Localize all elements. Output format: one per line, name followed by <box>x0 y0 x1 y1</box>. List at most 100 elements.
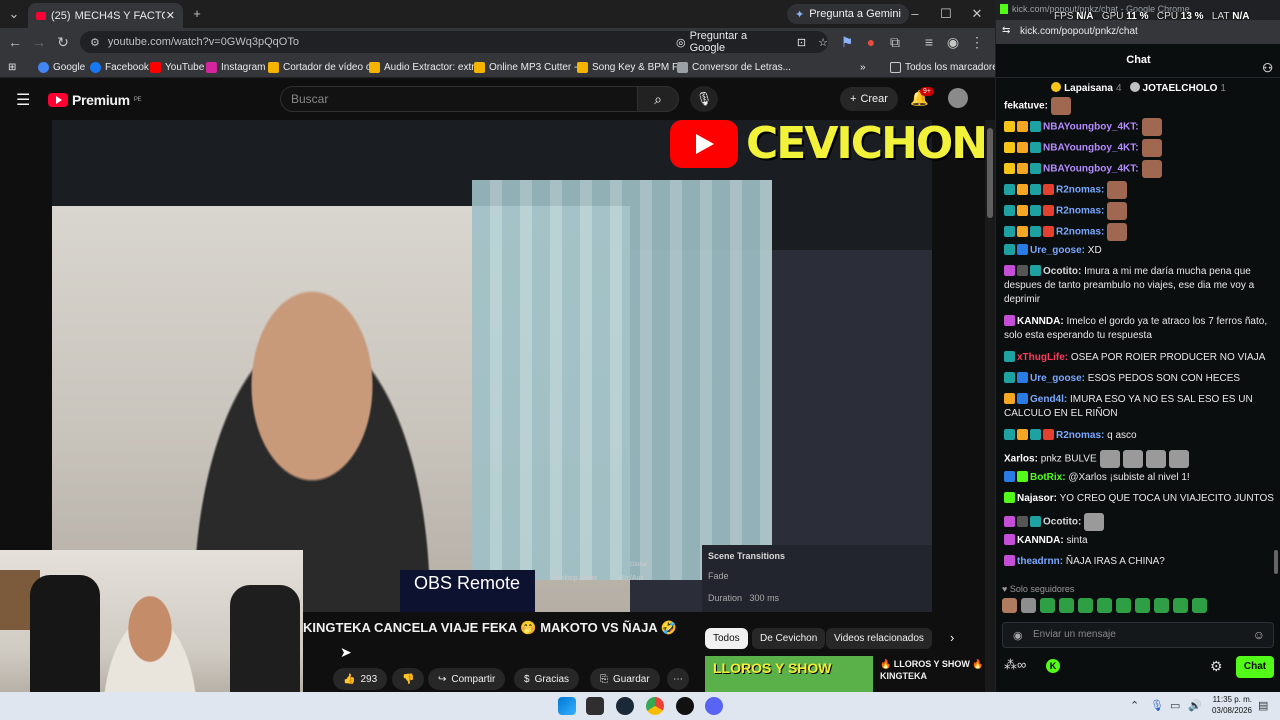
chat-username[interactable]: Ure_goose: <box>1030 373 1085 384</box>
chrome-menu-icon[interactable]: ⋮ <box>966 32 988 52</box>
gemini-button[interactable]: ✦ Pregunta a Gemini <box>787 4 909 24</box>
profile-avatar[interactable]: ◉ <box>942 32 964 52</box>
tray-overflow-icon[interactable]: ⌃ <box>1130 699 1139 712</box>
chip-related[interactable]: Videos relacionados <box>826 628 932 649</box>
bookmark-letter-converter[interactable]: Conversor de Letras... <box>677 59 791 75</box>
chat-settings-icon[interactable]: ⚙ <box>1210 658 1223 675</box>
chat-username[interactable]: xThugLife: <box>1017 352 1068 363</box>
task-view-icon[interactable] <box>586 697 604 715</box>
all-bookmarks-button[interactable]: Todos los marcadores <box>890 59 995 75</box>
emoji-picker-icon[interactable]: ☺ <box>1253 628 1265 642</box>
thanks-button[interactable]: $ Gracias <box>514 668 580 690</box>
search-input[interactable]: Buscar <box>280 86 638 112</box>
media-icon[interactable]: ≡ <box>918 32 940 52</box>
kick-logo-icon[interactable]: K <box>1046 659 1060 673</box>
back-icon[interactable]: ← <box>4 32 26 52</box>
account-avatar[interactable] <box>948 88 968 108</box>
scrollbar-thumb[interactable] <box>987 128 993 218</box>
chat-username[interactable]: Ocotito: <box>1043 517 1081 528</box>
page-scrollbar[interactable] <box>985 120 995 692</box>
recommended-title[interactable]: 🔥 LLOROS Y SHOW 🔥 KINGTEKA <box>880 658 990 682</box>
volume-icon[interactable]: 🔊 <box>1188 699 1202 712</box>
bookmark-google[interactable]: Google <box>38 59 85 75</box>
emote-icon[interactable] <box>1021 598 1036 613</box>
close-window-icon[interactable]: ✕ <box>962 4 992 24</box>
chat-username[interactable]: Ocotito: <box>1043 266 1081 277</box>
discord-taskbar-icon[interactable] <box>705 697 723 715</box>
system-clock[interactable]: 11:35 p. m. 03/08/2026 <box>1206 694 1252 716</box>
chat-username[interactable]: NBAYoungboy_4KT: <box>1043 164 1139 175</box>
bookmark-instagram[interactable]: Instagram <box>206 59 265 75</box>
chips-next-icon[interactable]: › <box>950 630 954 645</box>
create-button[interactable]: + Crear <box>840 87 898 111</box>
youtube-premium-logo[interactable]: Premium PE <box>48 92 142 108</box>
extensions-puzzle-icon[interactable]: ⧉ <box>884 32 906 52</box>
emote-icon[interactable] <box>1173 598 1188 613</box>
tab-search-icon[interactable]: ⌄ <box>0 4 28 24</box>
maximize-icon[interactable]: ☐ <box>931 4 961 24</box>
top-gifter[interactable]: JOTAELCHOLO 1 <box>1129 82 1226 94</box>
bookmark-video-cutter[interactable]: Cortador de vídeo o... <box>268 59 380 75</box>
network-icon[interactable]: ▭ <box>1170 699 1180 712</box>
emote-icon[interactable] <box>1135 598 1150 613</box>
chat-username[interactable]: fekatuve: <box>1004 101 1048 112</box>
minimize-icon[interactable]: – <box>900 4 930 24</box>
extension-icon[interactable]: ● <box>860 32 882 52</box>
recommended-thumbnail[interactable]: LLOROS Y SHOW <box>705 656 873 692</box>
more-bookmarks-icon[interactable]: » <box>860 59 866 75</box>
share-button[interactable]: ↪ Compartir <box>428 668 506 690</box>
emote-icon[interactable] <box>1059 598 1074 613</box>
apps-icon[interactable]: ⊞ <box>8 59 16 75</box>
emote-icon[interactable] <box>1078 598 1093 613</box>
hamburger-menu-icon[interactable]: ☰ <box>16 90 30 110</box>
windows-start-icon[interactable] <box>558 697 576 715</box>
emote-icon[interactable] <box>1097 598 1112 613</box>
save-button[interactable]: ⎘ Guardar <box>590 668 660 690</box>
install-icon[interactable]: ⊡ <box>797 36 806 49</box>
translate-icon[interactable]: ⚑ <box>836 32 858 52</box>
reload-icon[interactable]: ↻ <box>52 32 74 52</box>
steam-icon[interactable] <box>616 697 634 715</box>
chat-username[interactable]: theadrnn: <box>1017 556 1063 567</box>
microphone-tray-icon[interactable]: 🎙 <box>1150 699 1164 712</box>
emote-icon[interactable] <box>1002 598 1017 613</box>
bookmark-facebook[interactable]: Facebook <box>90 59 149 75</box>
chat-username[interactable]: R2nomas: <box>1056 227 1104 238</box>
chat-username[interactable]: R2nomas: <box>1056 430 1104 441</box>
kick-points-icon[interactable]: ⁂∞ <box>1004 657 1026 673</box>
top-gifter[interactable]: Lapaisana 4 <box>1051 82 1122 94</box>
obs-taskbar-icon[interactable] <box>676 697 694 715</box>
site-info-icon[interactable]: ⚙ <box>90 36 100 49</box>
site-settings-icon[interactable]: ⇆ <box>1002 25 1010 36</box>
emote-icon[interactable] <box>1040 598 1055 613</box>
bookmark-star-icon[interactable]: ☆ <box>818 36 828 49</box>
chat-username[interactable]: Gend4l: <box>1030 394 1067 405</box>
like-button[interactable]: 👍 293 <box>333 668 388 690</box>
chat-username[interactable]: KANNDA: <box>1017 316 1064 327</box>
send-chat-button[interactable]: Chat <box>1236 656 1274 678</box>
emote-icon[interactable] <box>1192 598 1207 613</box>
chat-username[interactable]: NBAYoungboy_4KT: <box>1043 143 1139 154</box>
chat-message-input[interactable]: ◉ Enviar un mensaje ☺ <box>1002 622 1274 648</box>
more-actions-button[interactable]: ⋯ <box>667 668 689 690</box>
chat-username[interactable]: Ure_goose: <box>1030 245 1085 256</box>
chat-username[interactable]: Xarlos: <box>1004 454 1038 465</box>
chat-scrollbar[interactable] <box>1274 550 1278 574</box>
voice-search-button[interactable]: 🎙 <box>690 86 718 112</box>
chrome-taskbar-icon[interactable] <box>646 697 664 715</box>
chat-username[interactable]: BotRix: <box>1030 472 1066 483</box>
bookmark-audio-extractor[interactable]: Audio Extractor: extr... <box>369 59 482 75</box>
search-button[interactable]: ⌕ <box>637 86 679 112</box>
ask-google-button[interactable]: ◎ Preguntar a Google ⊡ ☆ <box>676 30 828 54</box>
bookmark-song-key[interactable]: Song Key & BPM Fi... <box>577 59 689 75</box>
video-player[interactable]: Scene Transitions Fade Duration 300 ms D… <box>52 120 932 612</box>
tab-youtube[interactable]: (25) MECH4S Y FACTOS ✕ <box>28 3 183 28</box>
chat-username[interactable]: R2nomas: <box>1056 185 1104 196</box>
new-tab-icon[interactable]: + <box>182 4 212 24</box>
forward-icon[interactable]: → <box>28 32 50 52</box>
chip-all[interactable]: Todos <box>705 628 748 649</box>
address-bar[interactable]: ⚙ youtube.com/watch?v=0GWq3pQqOTo ◎ Preg… <box>80 30 828 54</box>
bookmark-mp3-cutter[interactable]: Online MP3 Cutter -... <box>474 59 586 75</box>
close-tab-icon[interactable]: ✕ <box>166 9 175 22</box>
emote-icon[interactable] <box>1154 598 1169 613</box>
